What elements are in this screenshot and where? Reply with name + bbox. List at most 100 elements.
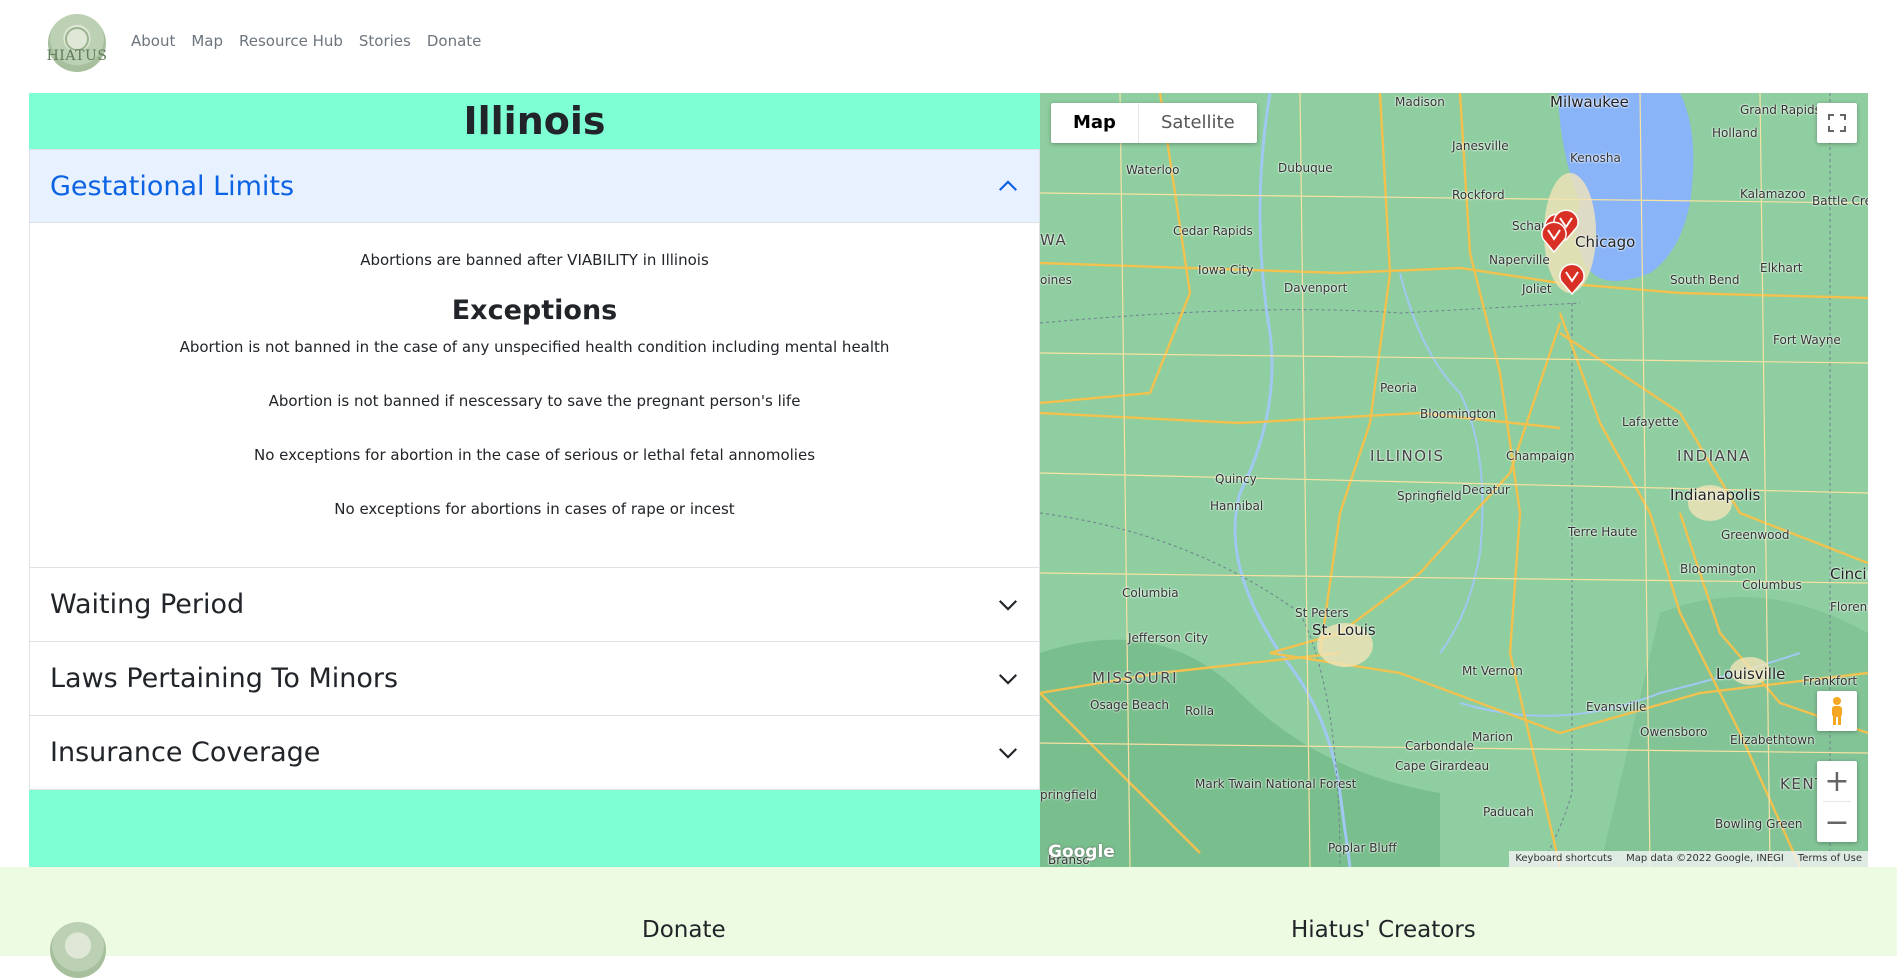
map-label: Marion (1472, 730, 1513, 744)
footer-creators-heading: Hiatus' Creators (1291, 917, 1476, 943)
map-label: Cape Girardeau (1395, 759, 1490, 773)
map-label: Dubuque (1278, 161, 1333, 175)
zoom-out-button[interactable]: − (1817, 802, 1857, 842)
accordion-item-minors: Laws Pertaining To Minors (29, 642, 1040, 716)
map-attribution: Keyboard shortcuts Map data ©2022 Google… (1509, 851, 1868, 867)
map-label: Osage Beach (1090, 698, 1170, 712)
logo-text: HIATUS (46, 48, 108, 64)
pegman-icon (1832, 697, 1842, 725)
map-label: South Bend (1670, 273, 1740, 287)
hiatus-logo[interactable]: HIATUS (46, 14, 108, 72)
nav-link-stories[interactable]: Stories (359, 32, 411, 50)
map-label: Champaign (1506, 449, 1575, 463)
map-label: Rockford (1452, 188, 1505, 202)
map-label: Fort Wayne (1773, 333, 1841, 347)
map-label: Poplar Bluff (1328, 841, 1397, 855)
nav-link-about[interactable]: About (131, 32, 175, 50)
accordion-header-minors[interactable]: Laws Pertaining To Minors (30, 642, 1039, 715)
map-type-map-button[interactable]: Map (1051, 103, 1139, 143)
map-type-satellite-button[interactable]: Satellite (1139, 103, 1257, 143)
accordion-item-waiting-period: Waiting Period (29, 568, 1040, 642)
map-label: Holland (1712, 126, 1758, 140)
map-label: Kenosha (1570, 151, 1621, 165)
map-label: Peoria (1380, 381, 1418, 395)
map-label: oines (1040, 273, 1072, 287)
footer-donate-heading: Donate (642, 917, 726, 943)
map-label: Mt Vernon (1462, 664, 1523, 678)
accordion-header-insurance[interactable]: Insurance Coverage (30, 716, 1039, 789)
map-label: MISSOURI (1092, 669, 1179, 687)
exception-item: No exceptions for abortion in the case o… (253, 446, 816, 464)
nav-link-donate[interactable]: Donate (427, 32, 482, 50)
map-label: Madison (1395, 95, 1445, 109)
clinic-marker-icon[interactable] (1558, 261, 1586, 295)
map-label: Battle Creek (1812, 194, 1868, 208)
chevron-down-icon (998, 747, 1018, 759)
map-label: Greenwood (1721, 528, 1790, 542)
gestational-ban-text: Abortions are banned after VIABILITY in … (360, 251, 709, 269)
navbar: HIATUS About Map Resource Hub Stories Do… (0, 0, 1897, 93)
map-label: Mark Twain National Forest (1195, 777, 1357, 791)
nav-link-resource-hub[interactable]: Resource Hub (239, 32, 343, 50)
map-label: Columbus (1742, 578, 1802, 592)
footer-logo[interactable] (50, 922, 106, 978)
accordion-title: Gestational Limits (50, 170, 295, 202)
map-label: Kalamazoo (1740, 187, 1806, 201)
terms-of-use-link[interactable]: Terms of Use (1798, 851, 1862, 867)
accordion-title: Insurance Coverage (50, 737, 321, 768)
accordion-item-gestational-limits: Gestational Limits Abortions are banned … (29, 149, 1040, 568)
fullscreen-button[interactable] (1817, 103, 1857, 143)
map-label: Rolla (1185, 704, 1215, 718)
map-label: Decatur (1462, 483, 1510, 497)
map-label: Elizabethtown (1730, 733, 1815, 747)
chevron-down-icon (998, 599, 1018, 611)
footer: Donate Hiatus' Creators (0, 867, 1897, 978)
exceptions-heading: Exceptions (451, 295, 618, 326)
map-label: Bloomington (1680, 562, 1757, 576)
map-label: Davenport (1284, 281, 1348, 295)
map-label: Naperville (1489, 253, 1550, 267)
map-label: Frankfort (1803, 674, 1858, 688)
map-label: Waterloo (1126, 163, 1180, 177)
map-label: Louisville (1716, 665, 1786, 683)
nav-link-map[interactable]: Map (191, 32, 223, 50)
zoom-in-button[interactable]: + (1817, 761, 1857, 801)
map-label: St Peters (1295, 606, 1349, 620)
street-view-pegman-button[interactable] (1817, 691, 1857, 731)
map-label: Chicago (1575, 233, 1636, 251)
map-type-control: Map Satellite (1051, 103, 1257, 143)
accordion-title: Waiting Period (50, 589, 245, 620)
map-label: Cincir (1830, 565, 1868, 583)
exception-item: Abortion is not banned if nescessary to … (268, 392, 801, 410)
google-map[interactable]: Madison Milwaukee Grand Rapids Holland W… (1040, 93, 1868, 867)
accordion-body-gestational-limits: Abortions are banned after VIABILITY in … (30, 223, 1039, 567)
accordion-title: Laws Pertaining To Minors (50, 663, 399, 694)
accordion-header-gestational-limits[interactable]: Gestational Limits (30, 150, 1039, 223)
map-label: Grand Rapids (1740, 103, 1821, 117)
exception-item: No exceptions for abortions in cases of … (334, 500, 735, 518)
fullscreen-icon (1828, 114, 1846, 132)
map-label: ILLINOIS (1370, 447, 1445, 465)
google-logo[interactable]: Google (1048, 842, 1115, 862)
map-label: Columbia (1122, 586, 1179, 600)
map-label: Carbondale (1405, 739, 1474, 753)
exception-item: Abortion is not banned in the case of an… (179, 338, 890, 356)
accordion-header-waiting-period[interactable]: Waiting Period (30, 568, 1039, 641)
map-label: Jefferson City (1128, 631, 1209, 645)
nav-links: About Map Resource Hub Stories Donate (131, 32, 481, 50)
map-label: Milwaukee (1550, 93, 1629, 111)
zoom-control: + − (1817, 761, 1857, 842)
map-label: Indianapolis (1670, 486, 1761, 504)
map-label: Paducah (1483, 805, 1534, 819)
map-label: Hannibal (1210, 499, 1264, 513)
map-label: Quincy (1215, 472, 1257, 486)
map-label: St. Louis (1312, 621, 1376, 639)
clinic-marker-icon[interactable] (1540, 219, 1568, 253)
chevron-up-icon (998, 180, 1018, 191)
map-label: Joliet (1522, 282, 1552, 296)
map-data-text: Map data ©2022 Google, INEGI (1626, 853, 1784, 864)
accordion-item-insurance: Insurance Coverage (29, 716, 1040, 790)
chevron-down-icon (998, 673, 1018, 685)
map-label: pringfield (1040, 788, 1097, 802)
keyboard-shortcuts-link[interactable]: Keyboard shortcuts (1515, 851, 1612, 867)
